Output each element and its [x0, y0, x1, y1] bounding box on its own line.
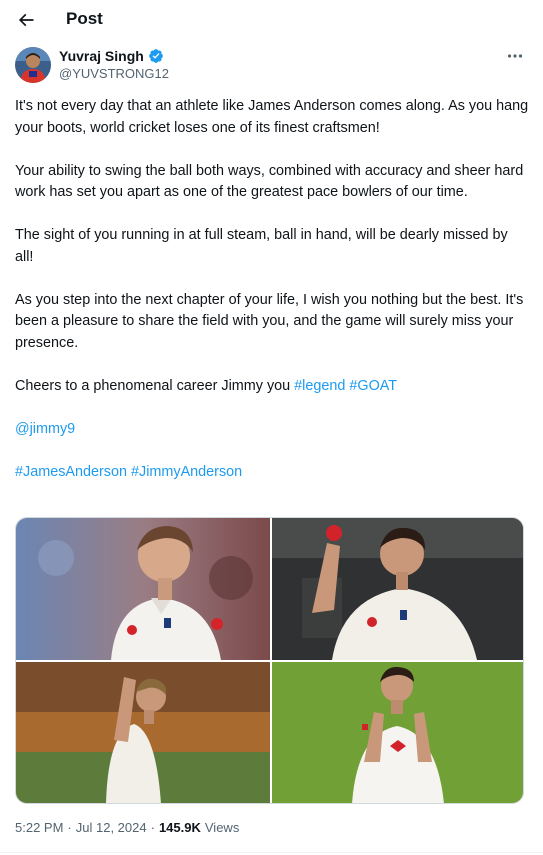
tweet-paragraph-5: Cheers to a phenomenal career Jimmy you …	[15, 376, 530, 398]
post-date[interactable]: Jul 12, 2024	[76, 820, 147, 835]
hashtag-jamesanderson-link[interactable]: #JamesAnderson	[15, 464, 127, 480]
meta-separator-2: ·	[150, 820, 155, 835]
post-time[interactable]: 5:22 PM	[15, 820, 63, 835]
tweet-paragraph-4: As you step into the next chapter of you…	[15, 291, 524, 351]
post-header: Post	[0, 0, 543, 42]
hashtag-jimmyanderson-link[interactable]: #JimmyAnderson	[131, 464, 242, 480]
hashtag-legend-link[interactable]: #legend	[294, 378, 345, 394]
media-photo-3[interactable]	[16, 662, 270, 803]
media-photo-2[interactable]	[272, 518, 523, 660]
tweet-paragraph-2: Your ability to swing the ball both ways…	[15, 162, 524, 201]
author-name[interactable]: Yuvraj Singh	[59, 48, 144, 64]
tweet-paragraph-6: @jimmy9	[15, 419, 530, 441]
meta-separator-1: ·	[67, 820, 72, 835]
views-count: 145.9K	[158, 820, 201, 835]
divider	[0, 852, 543, 853]
post-meta: 5:22 PM · Jul 12, 2024 · 145.9K Views	[15, 820, 239, 835]
media-photo-1[interactable]	[16, 518, 270, 660]
arrow-left-icon	[18, 13, 34, 27]
tweet-paragraph-1: It's not every day that an athlete like …	[15, 98, 529, 136]
views-label: Views	[204, 820, 240, 835]
author-handle[interactable]: @YUVSTRONG12	[59, 66, 169, 81]
tweet-paragraph-3: The sight of you running in at full stea…	[15, 227, 508, 265]
media-grid	[15, 517, 524, 804]
mention-link[interactable]: @jimmy9	[15, 421, 75, 437]
more-options-button[interactable]	[503, 48, 527, 64]
tweet-paragraph-5-text: Cheers to a phenomenal career Jimmy you	[15, 377, 295, 394]
more-horizontal-icon	[507, 54, 523, 58]
tweet-paragraph-7: #JamesAnderson #JimmyAnderson	[15, 462, 530, 484]
hashtag-goat-link[interactable]: #GOAT	[349, 378, 397, 394]
media-photo-4[interactable]	[272, 662, 523, 803]
back-button[interactable]	[14, 8, 38, 32]
author-name-row: Yuvraj Singh	[59, 48, 164, 64]
tweet-text: It's not every day that an athlete like …	[15, 96, 530, 505]
verified-badge-icon	[148, 49, 163, 63]
page-title: Post	[66, 9, 103, 28]
avatar[interactable]	[15, 47, 51, 83]
